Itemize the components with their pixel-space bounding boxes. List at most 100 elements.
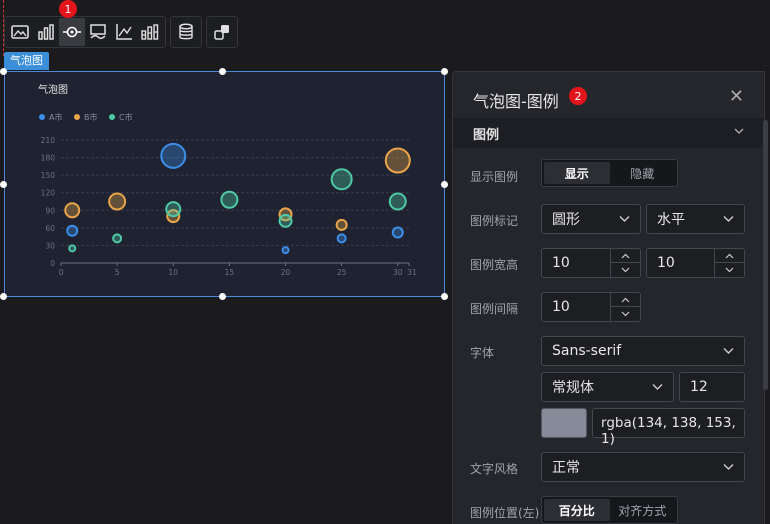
bubble-chart-button[interactable]	[59, 18, 85, 46]
resize-handle-top[interactable]	[219, 68, 226, 75]
marker-shape-select[interactable]: 圆形	[541, 204, 641, 234]
bubble-point	[68, 244, 77, 253]
image-button[interactable]	[7, 18, 33, 46]
panel-scrollbar[interactable]	[763, 120, 768, 390]
legend-width-stepper[interactable]: 10	[541, 248, 641, 278]
text-style-select[interactable]: 正常	[541, 452, 745, 482]
y-tick-label: 60	[45, 224, 55, 233]
data-group	[170, 16, 202, 48]
legend-height-stepper[interactable]: 10	[646, 248, 745, 278]
decrement-button[interactable]	[611, 307, 640, 321]
bubble-point	[108, 192, 127, 211]
show-option[interactable]: 显示	[544, 162, 610, 184]
legend-label: C市	[119, 112, 133, 122]
bubble-point	[278, 213, 293, 228]
increment-button[interactable]	[611, 293, 640, 307]
chevron-up-icon	[621, 253, 630, 258]
font-color-input[interactable]: rgba(134, 138, 153, 1)	[592, 408, 745, 447]
chart-type-group	[4, 16, 166, 48]
database-button[interactable]	[173, 18, 199, 46]
position-mode-toggle: 百分比 对齐方式	[541, 496, 678, 524]
increment-button[interactable]	[715, 249, 744, 263]
increment-button[interactable]	[611, 249, 640, 263]
stepper-buttons	[610, 293, 640, 321]
show-legend-label: 显示图例	[470, 170, 519, 184]
chevron-down-icon	[734, 128, 744, 134]
chevron-up-icon	[725, 253, 734, 258]
bubble-point	[391, 226, 404, 239]
bubble-point	[281, 246, 290, 255]
bubble-point	[335, 218, 348, 231]
database-icon	[179, 23, 193, 40]
resize-handle-br[interactable]	[441, 293, 448, 300]
bubble-point	[330, 168, 353, 191]
font-color-swatch[interactable]	[541, 408, 587, 438]
x-tick-label: 20	[281, 268, 291, 277]
stepper-buttons	[714, 249, 744, 277]
legend-label: A市	[49, 112, 62, 122]
bubble-chart[interactable]: 气泡图 A市 B市 C市 0 30 60 90 120 150 180 210 0 5 10 15 20 25 30…	[4, 71, 445, 297]
link-swap-icon	[214, 25, 229, 40]
chevron-down-icon	[621, 311, 630, 317]
close-icon[interactable]: ✕	[729, 86, 744, 107]
interaction-group	[206, 16, 238, 48]
bubble-point	[384, 147, 411, 174]
bubble-point	[336, 233, 347, 244]
legend-marker	[109, 114, 115, 120]
chevron-down-icon	[621, 267, 630, 273]
chart-title: 气泡图	[38, 83, 68, 96]
x-tick-label: 25	[337, 268, 347, 277]
marker-orient-select[interactable]: 水平	[646, 204, 745, 234]
y-tick-label: 150	[41, 171, 56, 180]
decrement-button[interactable]	[611, 263, 640, 277]
section-title: 图例	[473, 127, 500, 143]
bar-chart-button[interactable]	[33, 18, 59, 46]
step-badge-1: 1	[59, 0, 77, 18]
resize-handle-bl[interactable]	[0, 293, 7, 300]
font-family-select[interactable]: Sans-serif	[541, 336, 745, 366]
font-weight-value: 常规体	[552, 380, 594, 396]
chevron-down-icon	[725, 267, 734, 273]
chart-tag[interactable]: 气泡图	[4, 52, 49, 70]
resize-handle-tl[interactable]	[0, 68, 7, 75]
bar-chart-icon	[38, 24, 54, 40]
y-tick-label: 90	[45, 206, 55, 215]
font-size-input[interactable]: 12	[679, 372, 745, 402]
bubble-point	[160, 142, 187, 169]
legend-marker	[39, 114, 45, 120]
bubble-point	[220, 190, 239, 209]
link-swap-button[interactable]	[209, 18, 235, 46]
percent-option[interactable]: 百分比	[544, 499, 610, 521]
bubble-point	[66, 224, 79, 237]
text-style-value: 正常	[552, 460, 580, 476]
marker-label: 图例标记	[470, 214, 519, 228]
chevron-down-icon	[723, 464, 734, 470]
resize-handle-bottom[interactable]	[219, 293, 226, 300]
font-weight-select[interactable]: 常规体	[541, 372, 674, 402]
x-tick-label: 10	[168, 268, 178, 277]
stacked-bar-button[interactable]	[137, 18, 163, 46]
x-tick-label: 31	[407, 268, 417, 277]
y-tick-label: 120	[41, 189, 56, 198]
align-option[interactable]: 对齐方式	[610, 499, 676, 521]
resize-handle-tr[interactable]	[441, 68, 448, 75]
area-map-button[interactable]	[85, 18, 111, 46]
hide-option[interactable]: 隐藏	[610, 162, 676, 184]
legend-width-value: 10	[552, 255, 570, 271]
panel-title: 气泡图-图例	[473, 92, 559, 111]
axis-line-button[interactable]	[111, 18, 137, 46]
legend-settings-panel: 气泡图-图例 ✕ 图例 显示图例 显示 隐藏 图例标记 圆形 水平 图例宽高 1…	[452, 71, 765, 524]
decrement-button[interactable]	[715, 263, 744, 277]
gap-label: 图例间隔	[470, 302, 519, 316]
image-icon	[11, 25, 29, 39]
bubble-point	[388, 192, 407, 211]
x-tick-label: 0	[59, 268, 64, 277]
legend-gap-stepper[interactable]: 10	[541, 292, 641, 322]
text-style-label: 文字风格	[470, 462, 519, 476]
resize-handle-right[interactable]	[441, 181, 448, 188]
legend-section-header[interactable]: 图例	[453, 118, 764, 148]
y-tick-label: 180	[41, 154, 56, 163]
resize-handle-left[interactable]	[0, 181, 7, 188]
marker-shape-value: 圆形	[552, 212, 580, 228]
position-label: 图例位置(左)	[470, 506, 540, 520]
